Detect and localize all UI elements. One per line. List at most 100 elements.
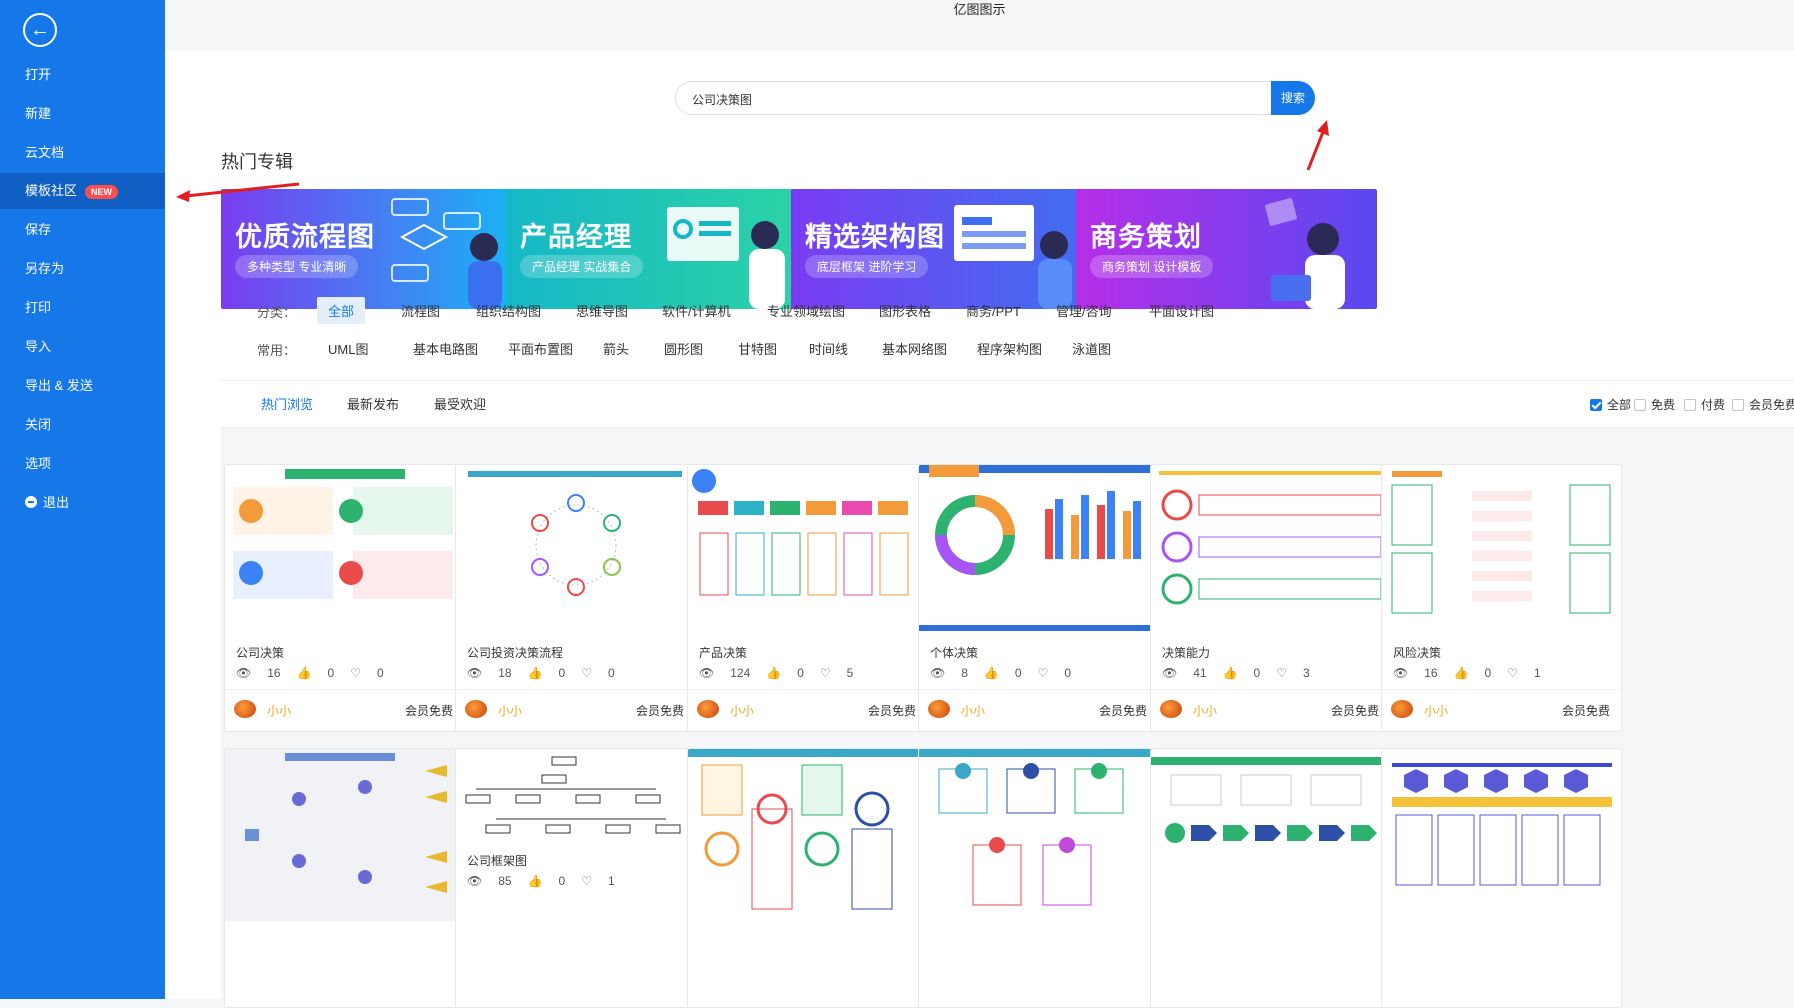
- sidebar-item-cloud-docs[interactable]: 云文档: [0, 135, 165, 171]
- sidebar-item-print[interactable]: 打印: [0, 290, 165, 326]
- template-thumbnail: [919, 465, 1158, 631]
- tab-newest[interactable]: 最新发布: [347, 394, 399, 413]
- template-card[interactable]: [918, 748, 1159, 1008]
- sidebar-item-import[interactable]: 导入: [0, 329, 165, 365]
- views-icon: 👁: [1393, 666, 1409, 680]
- member-free-badge: 会员免费: [1330, 704, 1379, 718]
- author-name[interactable]: 小小: [961, 702, 985, 719]
- filter-paid-checkbox[interactable]: 付费: [1684, 396, 1725, 413]
- views-icon: 👁: [930, 666, 946, 680]
- author-name[interactable]: 小小: [1193, 702, 1217, 719]
- tab-hot[interactable]: 热门浏览: [261, 394, 313, 413]
- member-free-badge: 会员免费: [867, 704, 916, 718]
- sidebar-item-save[interactable]: 保存: [0, 212, 165, 248]
- back-arrow-icon[interactable]: ←: [23, 13, 57, 47]
- exit-icon: [25, 496, 37, 508]
- search-box: 搜索: [675, 81, 1315, 115]
- filter-all-checkbox[interactable]: 全部: [1590, 396, 1631, 413]
- search-input[interactable]: [690, 88, 1254, 110]
- sidebar-item-new[interactable]: 新建: [0, 96, 165, 132]
- sidebar-item-options[interactable]: 选项: [0, 446, 165, 482]
- banner-product-manager[interactable]: 产品经理 产品经理 实战集合: [506, 189, 807, 309]
- banner-architecture[interactable]: 精选架构图 底层框架 进阶学习: [791, 189, 1092, 309]
- common-arrow[interactable]: 箭头: [592, 335, 640, 362]
- card-footer: 小小 会员免费: [225, 689, 464, 730]
- template-stats: 👁 8 👍 0 ♡ 0: [930, 666, 1072, 680]
- common-label: 常用：: [257, 343, 297, 358]
- category-graphic-tables[interactable]: 图形表格: [868, 297, 942, 324]
- common-uml[interactable]: UML图: [317, 335, 379, 362]
- category-professional[interactable]: 专业领域绘图: [756, 297, 856, 324]
- common-swimlane[interactable]: 泳道图: [1061, 335, 1122, 362]
- template-stats: 👁 85 👍 0 ♡ 1: [467, 874, 615, 888]
- template-card[interactable]: [687, 748, 928, 1008]
- like-icon: 👍: [1453, 666, 1469, 680]
- app-title: 亿图图示: [953, 2, 1006, 17]
- common-circle[interactable]: 圆形图: [653, 335, 714, 362]
- category-software[interactable]: 软件/计算机: [651, 297, 742, 324]
- template-card[interactable]: 产品决策 👁 124 👍 0 ♡ 5 小小 会员免费: [687, 464, 928, 732]
- avatar: [1391, 700, 1413, 718]
- search-button[interactable]: 搜索: [1271, 81, 1315, 115]
- banner-flowchart[interactable]: 优质流程图 多种类型 专业清晰: [221, 189, 522, 309]
- template-card[interactable]: 公司框架图 👁 85 👍 0 ♡ 1: [455, 748, 696, 1008]
- filter-member-free-checkbox[interactable]: 会员免费: [1732, 396, 1794, 413]
- avatar: [465, 700, 487, 718]
- filter-free-checkbox[interactable]: 免费: [1634, 396, 1675, 413]
- avatar: [1160, 700, 1182, 718]
- template-thumbnail: [1392, 763, 1612, 886]
- template-card[interactable]: 决策能力 👁 41 👍 0 ♡ 3 小小 会员免费: [1150, 464, 1391, 732]
- heart-icon: ♡: [1507, 666, 1518, 680]
- author-name[interactable]: 小小: [498, 702, 522, 719]
- card-footer: 小小 会员免费: [688, 689, 927, 730]
- common-network[interactable]: 基本网络图: [871, 335, 958, 362]
- template-name: 风险决策: [1393, 646, 1442, 660]
- template-card[interactable]: [1381, 748, 1622, 1008]
- like-icon: 👍: [527, 874, 543, 888]
- category-management[interactable]: 管理/咨询: [1045, 297, 1123, 324]
- template-card[interactable]: [224, 748, 465, 1008]
- views-icon: 👁: [699, 666, 715, 680]
- template-name: 决策能力: [1162, 646, 1211, 660]
- sidebar-item-open[interactable]: 打开: [0, 57, 165, 93]
- template-stats: 👁 16 👍 0 ♡ 0: [236, 666, 384, 680]
- category-org-chart[interactable]: 组织结构图: [465, 297, 552, 324]
- template-card[interactable]: 风险决策 👁 16 👍 0 ♡ 1 小小 会员免费: [1381, 464, 1622, 732]
- common-program-arch[interactable]: 程序架构图: [966, 335, 1053, 362]
- avatar: [234, 700, 256, 718]
- checkbox-icon: [1684, 399, 1696, 411]
- template-stats: 👁 18 👍 0 ♡ 0: [467, 666, 615, 680]
- sidebar-item-exit[interactable]: 退出: [0, 485, 165, 521]
- views-icon: 👁: [236, 666, 252, 680]
- sidebar-item-template-community[interactable]: 模板社区 NEW: [0, 173, 165, 209]
- category-business-ppt[interactable]: 商务/PPT: [955, 297, 1032, 324]
- category-flowchart[interactable]: 流程图: [390, 297, 451, 324]
- sidebar-item-close[interactable]: 关闭: [0, 407, 165, 443]
- sidebar: ← 打开 新建 云文档 模板社区 NEW 保存 另存为 打印 导入 导出 & 发送…: [0, 0, 165, 999]
- tab-most-popular[interactable]: 最受欢迎: [434, 394, 486, 413]
- template-thumbnail: [465, 756, 681, 834]
- category-graphic-design[interactable]: 平面设计图: [1138, 297, 1225, 324]
- author-name[interactable]: 小小: [1424, 702, 1448, 719]
- avatar: [928, 700, 950, 718]
- template-card[interactable]: 个体决策 👁 8 👍 0 ♡ 0 小小 会员免费: [918, 464, 1159, 732]
- common-gantt[interactable]: 甘特图: [727, 335, 788, 362]
- banner-business-planning[interactable]: 商务策划 商务策划 设计模板: [1076, 189, 1377, 309]
- main-content: 搜索 热门专辑 优质流程图 多种类型 专业清晰 产品经理 产品经理 实战集合: [165, 50, 1794, 1008]
- like-icon: 👍: [527, 666, 543, 680]
- author-name[interactable]: 小小: [267, 702, 291, 719]
- author-name[interactable]: 小小: [730, 702, 754, 719]
- views-icon: 👁: [467, 874, 483, 888]
- heart-icon: ♡: [1276, 666, 1287, 680]
- category-mind-map[interactable]: 思维导图: [565, 297, 639, 324]
- template-card[interactable]: 公司决策 👁 16 👍 0 ♡ 0 小小 会员免费: [224, 464, 465, 732]
- common-timeline[interactable]: 时间线: [798, 335, 859, 362]
- sidebar-item-export-send[interactable]: 导出 & 发送: [0, 368, 165, 404]
- template-card[interactable]: [1150, 748, 1391, 1008]
- sidebar-item-save-as[interactable]: 另存为: [0, 251, 165, 287]
- template-card[interactable]: 公司投资决策流程 👁 18 👍 0 ♡ 0 小小 会员免费: [455, 464, 696, 732]
- common-floor-plan[interactable]: 平面布置图: [497, 335, 584, 362]
- template-name: 公司投资决策流程: [467, 646, 564, 660]
- category-all[interactable]: 全部: [317, 297, 366, 324]
- common-circuit[interactable]: 基本电路图: [402, 335, 489, 362]
